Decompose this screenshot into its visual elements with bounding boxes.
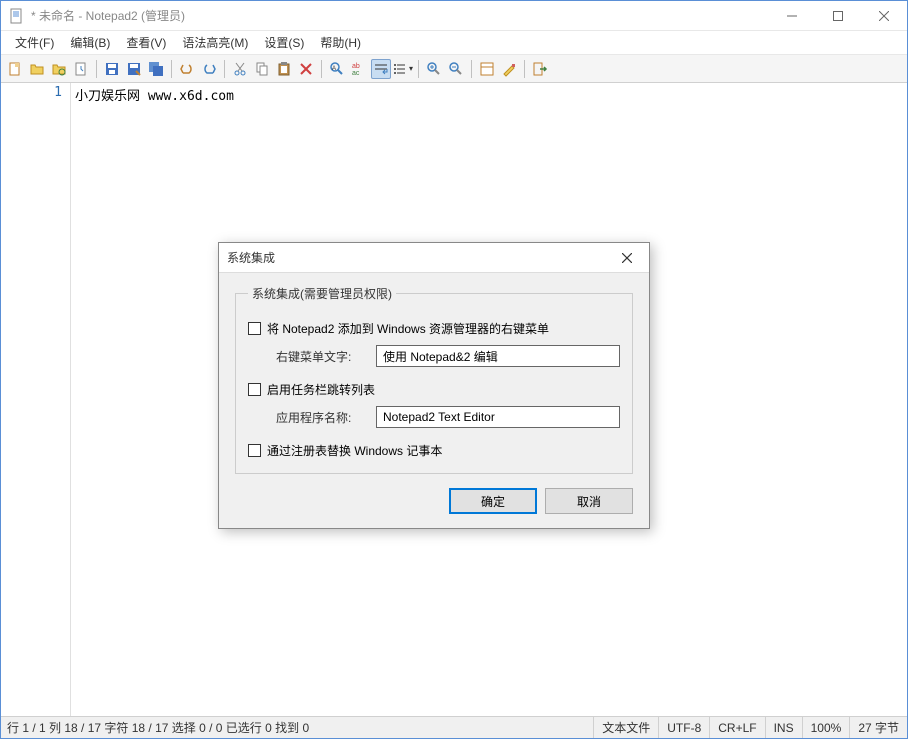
titlebar: * 未命名 - Notepad2 (管理员): [1, 1, 907, 31]
status-eol[interactable]: CR+LF: [709, 717, 764, 738]
replace-notepad-checkbox[interactable]: [248, 444, 261, 457]
toolbar: A abac ▾: [1, 55, 907, 83]
menu-help[interactable]: 帮助(H): [312, 32, 369, 53]
separator: [418, 60, 419, 78]
appname-row: 应用程序名称:: [248, 406, 620, 428]
new-file-icon[interactable]: [5, 59, 25, 79]
separator: [171, 60, 172, 78]
status-filetype[interactable]: 文本文件: [593, 717, 658, 738]
context-menu-label: 将 Notepad2 添加到 Windows 资源管理器的右键菜单: [267, 320, 549, 337]
replace-notepad-label: 通过注册表替换 Windows 记事本: [267, 442, 442, 459]
status-encoding[interactable]: UTF-8: [658, 717, 709, 738]
save-icon[interactable]: [102, 59, 122, 79]
maximize-button[interactable]: [815, 1, 861, 31]
system-integration-dialog: 系统集成 系统集成(需要管理员权限) 将 Notepad2 添加到 Window…: [218, 242, 650, 529]
status-position: 行 1 / 1 列 18 / 17 字符 18 / 17 选择 0 / 0 已选…: [1, 719, 593, 736]
statusbar: 行 1 / 1 列 18 / 17 字符 18 / 17 选择 0 / 0 已选…: [1, 716, 907, 738]
separator: [96, 60, 97, 78]
context-text-row: 右键菜单文字:: [248, 345, 620, 367]
close-icon: [622, 253, 632, 263]
line-number: 1: [1, 85, 62, 100]
save-copy-icon[interactable]: [146, 59, 166, 79]
status-zoom[interactable]: 100%: [802, 717, 850, 738]
window-title: * 未命名 - Notepad2 (管理员): [31, 7, 769, 24]
line-gutter: 1: [1, 83, 71, 716]
list-icon[interactable]: ▾: [393, 59, 413, 79]
status-mode[interactable]: INS: [765, 717, 802, 738]
exit-icon[interactable]: [530, 59, 550, 79]
find-icon[interactable]: A: [327, 59, 347, 79]
zoom-in-icon[interactable]: [424, 59, 444, 79]
context-menu-row: 将 Notepad2 添加到 Windows 资源管理器的右键菜单: [248, 320, 620, 337]
svg-text:ac: ac: [352, 70, 360, 77]
integration-fieldset: 系统集成(需要管理员权限) 将 Notepad2 添加到 Windows 资源管…: [235, 285, 633, 474]
separator: [471, 60, 472, 78]
menu-file[interactable]: 文件(F): [7, 32, 62, 53]
window-controls: [769, 1, 907, 31]
minimize-button[interactable]: [769, 1, 815, 31]
jumplist-checkbox[interactable]: [248, 383, 261, 396]
browse-icon[interactable]: [49, 59, 69, 79]
dialog-title: 系统集成: [227, 249, 613, 266]
dialog-buttons: 确定 取消: [235, 488, 633, 514]
separator: [224, 60, 225, 78]
separator: [524, 60, 525, 78]
text-line: 小刀娱乐网 www.x6d.com: [75, 89, 234, 104]
svg-text:A: A: [332, 66, 336, 72]
ok-button[interactable]: 确定: [449, 488, 537, 514]
replace-notepad-row: 通过注册表替换 Windows 记事本: [248, 442, 620, 459]
copy-icon[interactable]: [252, 59, 272, 79]
dialog-body: 系统集成(需要管理员权限) 将 Notepad2 添加到 Windows 资源管…: [219, 273, 649, 528]
cancel-button[interactable]: 取消: [545, 488, 633, 514]
cut-icon[interactable]: [230, 59, 250, 79]
word-wrap-icon[interactable]: [371, 59, 391, 79]
svg-text:ab: ab: [352, 63, 360, 70]
zoom-out-icon[interactable]: [446, 59, 466, 79]
menu-syntax[interactable]: 语法高亮(M): [174, 32, 256, 53]
dialog-titlebar: 系统集成: [219, 243, 649, 273]
save-as-icon[interactable]: [124, 59, 144, 79]
context-text-input[interactable]: [376, 345, 620, 367]
redo-icon[interactable]: [199, 59, 219, 79]
scheme-icon[interactable]: [477, 59, 497, 79]
customize-icon[interactable]: [499, 59, 519, 79]
separator: [321, 60, 322, 78]
jumplist-row: 启用任务栏跳转列表: [248, 381, 620, 398]
recent-icon[interactable]: [71, 59, 91, 79]
menu-settings[interactable]: 设置(S): [256, 32, 312, 53]
fieldset-legend: 系统集成(需要管理员权限): [248, 285, 396, 302]
menu-view[interactable]: 查看(V): [118, 32, 174, 53]
replace-icon[interactable]: abac: [349, 59, 369, 79]
jumplist-label: 启用任务栏跳转列表: [267, 381, 375, 398]
status-size: 27 字节: [849, 717, 907, 738]
appname-input[interactable]: [376, 406, 620, 428]
delete-icon[interactable]: [296, 59, 316, 79]
menubar: 文件(F) 编辑(B) 查看(V) 语法高亮(M) 设置(S) 帮助(H): [1, 31, 907, 55]
paste-icon[interactable]: [274, 59, 294, 79]
appname-label: 应用程序名称:: [276, 409, 376, 426]
menu-edit[interactable]: 编辑(B): [62, 32, 118, 53]
dialog-close-button[interactable]: [613, 247, 641, 269]
undo-icon[interactable]: [177, 59, 197, 79]
app-icon: [9, 8, 25, 24]
close-button[interactable]: [861, 1, 907, 31]
context-menu-checkbox[interactable]: [248, 322, 261, 335]
context-text-label: 右键菜单文字:: [276, 348, 376, 365]
open-file-icon[interactable]: [27, 59, 47, 79]
